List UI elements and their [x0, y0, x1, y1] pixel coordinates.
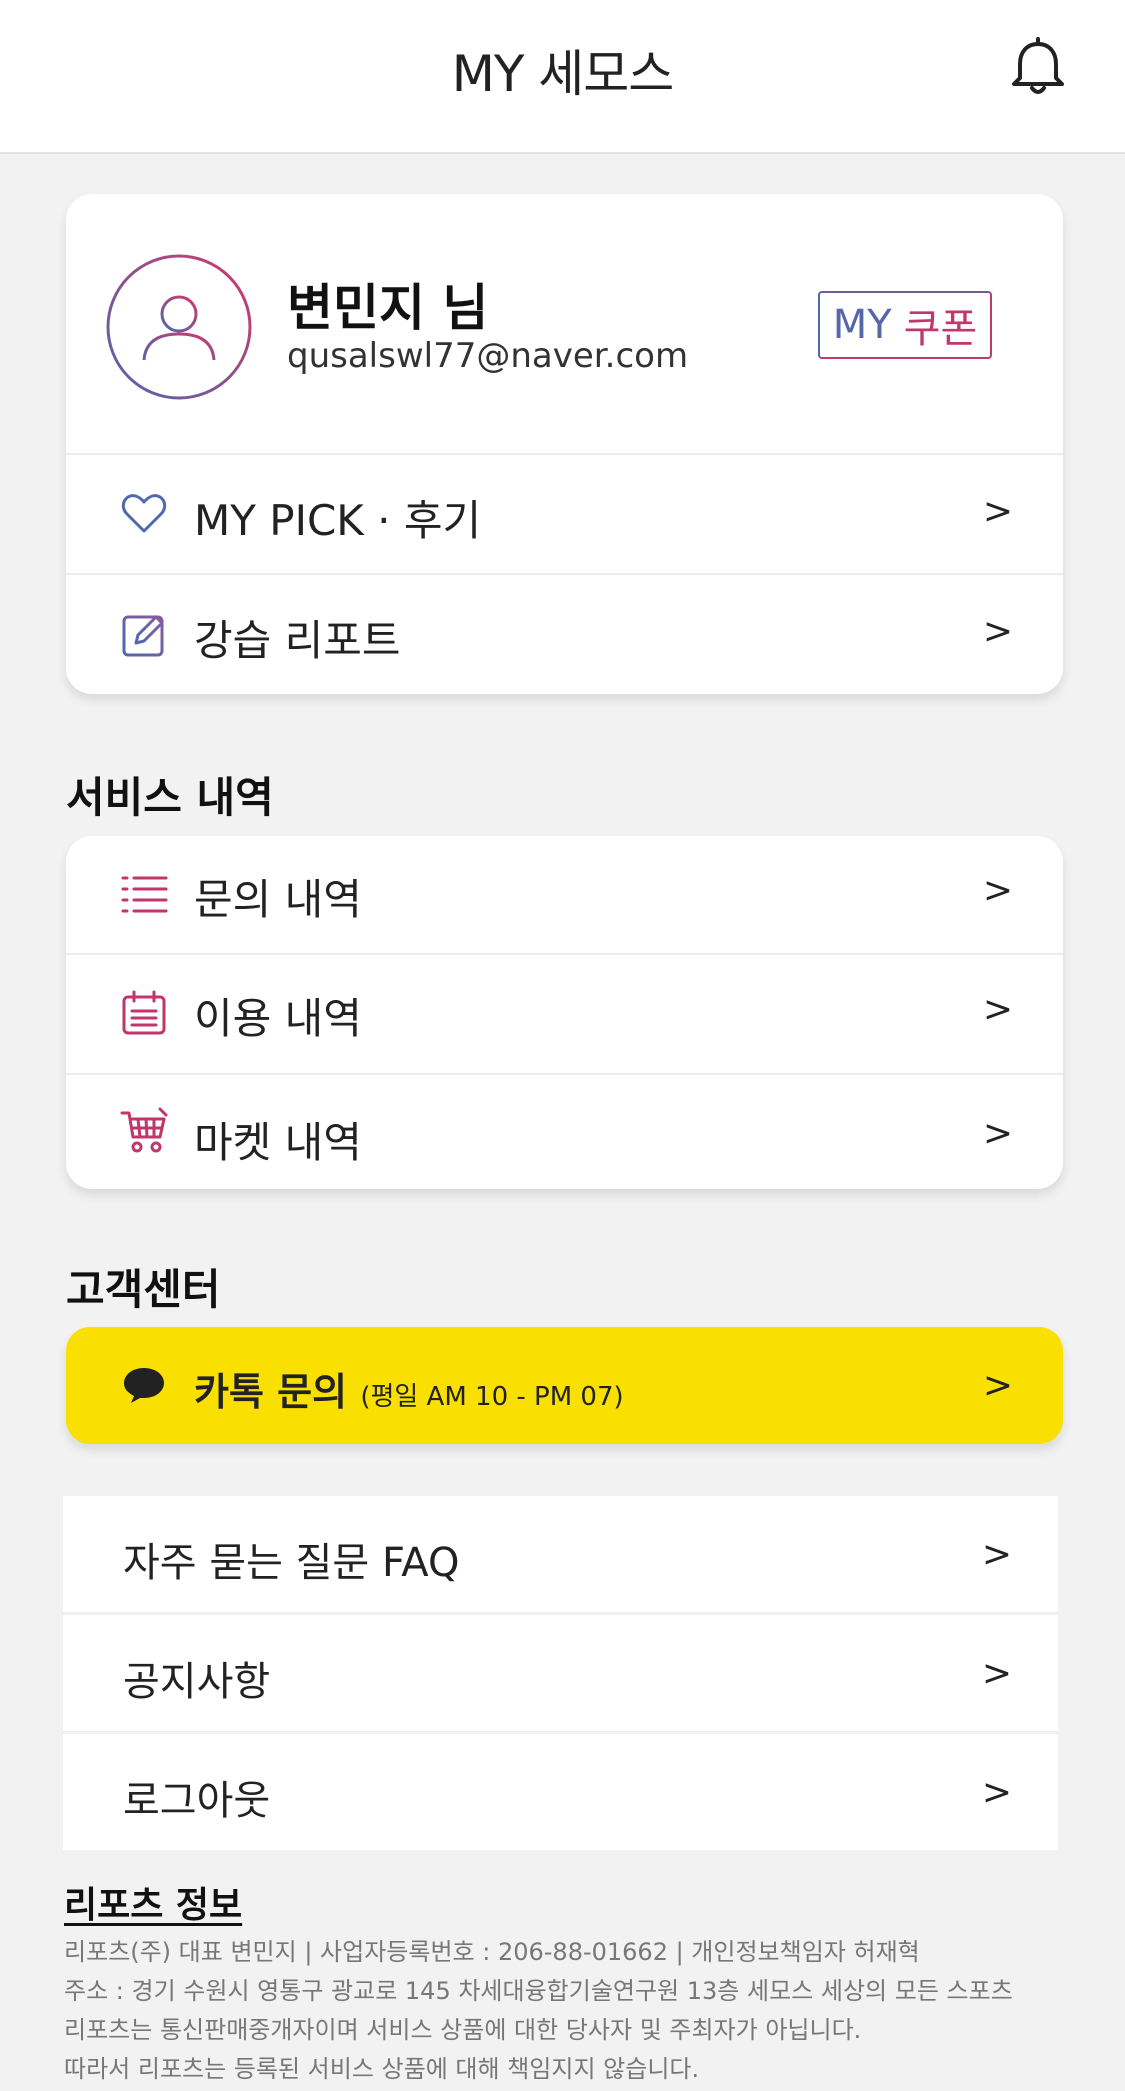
coupon-label: 쿠폰 [903, 306, 978, 352]
support-item-notice[interactable]: 공지사항 > [63, 1615, 1058, 1732]
list-icon [121, 876, 168, 913]
profile-name: 변민지 님 [287, 279, 489, 337]
kakao-hours: (평일 AM 10 - PM 07) [360, 1382, 624, 1412]
profile-email: qusalswl77@naver.com [287, 336, 689, 376]
my-coupon-button[interactable]: MY 쿠폰 [818, 291, 992, 359]
menu-label: 공지사항 [123, 1659, 271, 1705]
company-info-line: 리포츠(주) 대표 변민지 | 사업자등록번호 : 206-88-01662 |… [64, 1938, 920, 1966]
avatar[interactable] [106, 254, 252, 400]
company-info-line: 주소 : 경기 수원시 영통구 광교로 145 차세대융합기술연구원 13층 세… [64, 1977, 1013, 2005]
menu-label: 문의 내역 [194, 875, 362, 924]
cart-icon [120, 1107, 168, 1153]
support-item-logout[interactable]: 로그아웃 > [63, 1734, 1058, 1851]
kakao-label: 카톡 문의 (평일 AM 10 - PM 07) [194, 1361, 624, 1416]
chevron-right-icon: > [981, 1772, 1012, 1813]
menu-label: 마켓 내역 [194, 1118, 362, 1167]
profile-card: 변민지 님 qusalswl77@naver.com MY 쿠폰 MY PICK… [66, 194, 1063, 694]
chevron-right-icon: > [982, 870, 1013, 911]
kakao-inquiry-button[interactable]: 카톡 문의 (평일 AM 10 - PM 07) > [66, 1327, 1063, 1444]
service-section-title: 서비스 내역 [66, 773, 274, 822]
chevron-right-icon: > [981, 1534, 1012, 1575]
company-info-line: 리포츠는 통신판매중개자이며 서비스 상품에 대한 당사자 및 주최자가 아닙니… [64, 2016, 862, 2044]
app-header: MY 세모스 [0, 0, 1125, 154]
calendar-icon [122, 990, 166, 1035]
chevron-right-icon: > [982, 491, 1013, 532]
chevron-right-icon: > [982, 1365, 1013, 1406]
heart-icon [121, 494, 167, 533]
chevron-right-icon: > [981, 1653, 1012, 1694]
service-item-usage[interactable]: 이용 내역 > [66, 953, 1063, 1073]
edit-icon [122, 615, 164, 657]
support-list: 자주 묻는 질문 FAQ > 공지사항 > 로그아웃 > [63, 1496, 1058, 1850]
menu-label: 로그아웃 [123, 1778, 271, 1824]
coupon-my-label: MY [832, 302, 892, 348]
menu-label: 강습 리포트 [194, 616, 401, 665]
bell-icon[interactable] [1006, 36, 1070, 100]
service-item-inquiry[interactable]: 문의 내역 > [66, 836, 1063, 953]
company-info-title[interactable]: 리포츠 정보 [64, 1876, 242, 1928]
chevron-right-icon: > [982, 1113, 1013, 1154]
chevron-right-icon: > [982, 611, 1013, 652]
kakao-title: 카톡 문의 [194, 1370, 348, 1414]
company-info-line: 따라서 리포츠는 등록된 서비스 상품에 대해 책임지지 않습니다. [64, 2055, 700, 2083]
menu-label: 이용 내역 [194, 994, 362, 1043]
chat-bubble-icon [124, 1368, 164, 1403]
menu-item-lesson-report[interactable]: 강습 리포트 > [66, 573, 1063, 694]
service-item-market[interactable]: 마켓 내역 > [66, 1073, 1063, 1189]
menu-label: MY PICK · 후기 [194, 496, 482, 545]
menu-item-my-pick[interactable]: MY PICK · 후기 > [66, 453, 1063, 573]
page-title: MY 세모스 [451, 45, 675, 103]
chevron-right-icon: > [982, 989, 1013, 1030]
support-item-faq[interactable]: 자주 묻는 질문 FAQ > [63, 1496, 1058, 1613]
support-section-title: 고객센터 [66, 1265, 221, 1314]
service-card: 문의 내역 > 이용 내역 > 마켓 내역 > [66, 836, 1063, 1189]
menu-label: 자주 묻는 질문 FAQ [123, 1540, 460, 1586]
